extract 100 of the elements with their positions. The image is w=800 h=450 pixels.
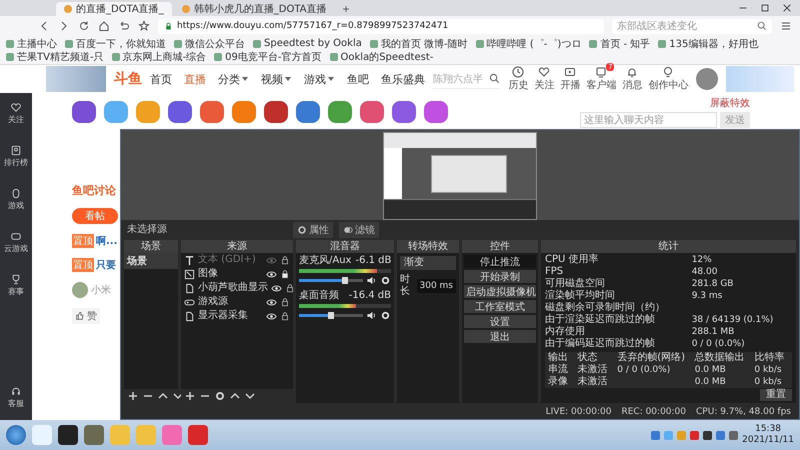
- bookmark[interactable]: Ookla的Speedtest-: [330, 50, 434, 63]
- activity-icon[interactable]: [104, 101, 128, 123]
- activity-icon[interactable]: [328, 101, 352, 123]
- volume-slider[interactable]: [299, 279, 363, 282]
- control-button[interactable]: 启动虚拟摄像机: [464, 285, 536, 298]
- block-effects-button[interactable]: 屏蔽特效: [710, 96, 750, 110]
- new-tab-button[interactable]: +: [336, 2, 356, 16]
- sidebar-item[interactable]: 云游戏: [4, 230, 28, 254]
- control-button[interactable]: 退出: [464, 330, 536, 343]
- channel-name: 桌面音频: [299, 290, 339, 302]
- image-icon: [184, 268, 195, 280]
- menu-icon: [780, 20, 792, 32]
- eye-icon: [266, 296, 277, 308]
- sidebar-item[interactable]: 客服: [8, 386, 24, 410]
- stat-label: FPS: [545, 266, 564, 278]
- gamepad-icon: [10, 230, 22, 242]
- header-tool[interactable]: 历史: [508, 66, 528, 92]
- source-item[interactable]: 显示器采集: [198, 310, 263, 322]
- source-item[interactable]: 文本 (GDI+): [198, 254, 263, 266]
- level-reading: -6.1 dB: [355, 255, 392, 267]
- lock-icon: [285, 283, 295, 293]
- trophy-icon: [10, 274, 22, 286]
- activity-icon[interactable]: [264, 101, 288, 123]
- header-tool[interactable]: 消息: [622, 66, 642, 92]
- activity-icon[interactable]: [232, 101, 256, 123]
- activity-icon[interactable]: [296, 101, 320, 123]
- scene-item[interactable]: 场景: [124, 253, 178, 269]
- nav-link[interactable]: 视频: [260, 72, 292, 86]
- add-icon[interactable]: [185, 391, 195, 401]
- sidebar-item[interactable]: 赛事: [8, 274, 24, 298]
- volume-slider[interactable]: [299, 314, 363, 317]
- activity-icon[interactable]: [72, 101, 96, 123]
- activity-icon[interactable]: [424, 101, 448, 123]
- bookmark[interactable]: 微信公众平台: [174, 37, 245, 50]
- browser-tab[interactable]: 韩韩小虎几的直播_DOTA直播: [174, 2, 334, 16]
- clock-time[interactable]: 15:38: [755, 424, 782, 435]
- transition-dropdown[interactable]: 渐变: [400, 256, 456, 270]
- bookmark[interactable]: 芒果TV精艺频道-只: [6, 50, 104, 63]
- caret-down-icon: [240, 75, 249, 83]
- reset-button[interactable]: 重置: [760, 389, 792, 401]
- column-header: 状态: [578, 352, 599, 364]
- activity-icon[interactable]: [392, 101, 416, 123]
- control-button[interactable]: 停止推流: [464, 255, 536, 268]
- bookmark[interactable]: Speedtest by Ookla: [253, 37, 362, 50]
- table-cell-text: 未激活: [578, 364, 609, 376]
- post-title[interactable]: 啊...: [96, 234, 118, 248]
- bookmark[interactable]: 京东网上商城-综合: [112, 50, 206, 63]
- control-button[interactable]: 开始录制: [464, 270, 536, 283]
- bookmark[interactable]: 哔哩哔哩 (゜-゜)つロ: [476, 37, 582, 50]
- avatar[interactable]: [696, 68, 718, 90]
- clock-icon: [512, 66, 524, 78]
- control-button[interactable]: 设置: [464, 315, 536, 328]
- header-tool[interactable]: 创作中心: [648, 66, 688, 92]
- stat-label: 由于编码延迟而跳过的帧: [545, 338, 656, 350]
- like-button[interactable]: 赞: [72, 308, 100, 324]
- bookmark[interactable]: 09电竞平台-官方首页: [214, 50, 322, 63]
- lock-icon: [280, 255, 290, 265]
- nav-link[interactable]: 首页: [150, 72, 172, 86]
- bookmark[interactable]: 首页 - 知乎: [589, 37, 650, 50]
- activity-icon[interactable]: [200, 101, 224, 123]
- address-field[interactable]: https://www.douyu.com/57757167_r=0.8798997523742471: [158, 18, 604, 34]
- bookmark[interactable]: 我的首页 微博-随时: [370, 37, 468, 50]
- source-item[interactable]: 游戏源: [198, 296, 263, 308]
- move-down-icon[interactable]: [245, 391, 255, 401]
- settings-icon[interactable]: [215, 391, 225, 401]
- browser-tab[interactable]: 的直播_DOTA直播_: [56, 2, 172, 16]
- headset-icon: [10, 386, 22, 398]
- duration-field[interactable]: 300 ms: [416, 279, 456, 293]
- move-up-icon[interactable]: [158, 391, 168, 401]
- undo-icon: [118, 20, 130, 32]
- bookmark[interactable]: 135编辑器，好用也: [658, 37, 758, 50]
- start-button[interactable]: [6, 425, 26, 445]
- header-tool[interactable]: 关注: [534, 66, 554, 92]
- nav-link[interactable]: 鱼乐盛典: [380, 72, 425, 86]
- activity-icon[interactable]: [168, 101, 192, 123]
- source-item[interactable]: 小葫芦歌曲显示: [198, 282, 268, 294]
- control-button[interactable]: 工作室模式: [464, 300, 536, 313]
- nav-link[interactable]: 游戏: [304, 72, 335, 86]
- sidebar-item[interactable]: 排行榜: [4, 144, 28, 168]
- bulb-icon: [662, 66, 674, 78]
- clock-date[interactable]: 2021/11/11: [742, 435, 794, 446]
- bookmark[interactable]: 百度一下，你就知道: [65, 37, 166, 50]
- source-item[interactable]: 图像: [198, 268, 263, 280]
- header-tool[interactable]: 开播: [560, 66, 580, 92]
- move-down-icon[interactable]: [173, 391, 183, 401]
- text-icon: [184, 254, 195, 266]
- nav-link[interactable]: 分类: [218, 72, 249, 86]
- sidebar-item[interactable]: 游戏: [8, 188, 24, 212]
- pinned-tag: 置顶: [72, 234, 94, 248]
- add-icon[interactable]: [128, 391, 138, 401]
- column-header: 丢弃的帧(网络): [617, 352, 686, 364]
- properties-button[interactable]: 属性: [293, 222, 333, 238]
- post-title[interactable]: 只要: [96, 258, 116, 272]
- move-up-icon[interactable]: [230, 391, 240, 401]
- filters-button[interactable]: 滤镜: [339, 222, 379, 238]
- taskbar-app-icon[interactable]: [58, 425, 78, 445]
- nav-link[interactable]: 鱼吧: [346, 72, 369, 86]
- sidebar-item[interactable]: 关注: [8, 102, 24, 126]
- bookmark[interactable]: 主播中心: [6, 37, 57, 50]
- activity-icon[interactable]: [360, 101, 384, 123]
